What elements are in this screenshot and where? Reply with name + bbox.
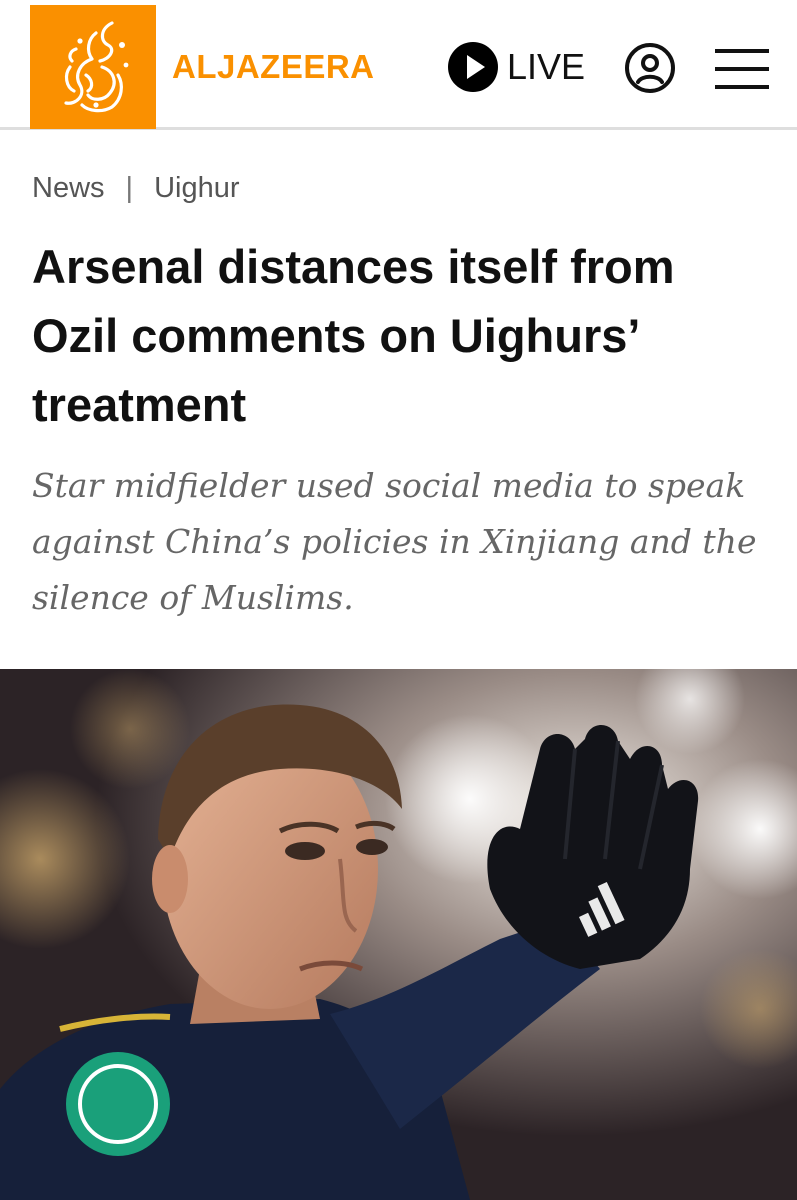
live-button[interactable]: LIVE (448, 42, 585, 92)
article-title: Arsenal distances itself from Ozil comme… (32, 240, 675, 431)
breadcrumb-separator: | (125, 172, 134, 204)
article-hero-image (0, 669, 797, 1200)
site-header: ALJAZEERA LIVE (0, 0, 797, 130)
footballer-photo (0, 669, 797, 1200)
logo-icon[interactable] (30, 5, 156, 129)
breadcrumb: News | Uighur (32, 172, 240, 205)
play-circle-icon (448, 42, 498, 92)
breadcrumb-topic-link[interactable]: Uighur (154, 172, 239, 205)
breadcrumb-news-link[interactable]: News (32, 172, 105, 205)
user-circle-icon[interactable] (624, 42, 676, 94)
brand-name[interactable]: ALJAZEERA (172, 48, 375, 86)
article-page: ALJAZEERA LIVE News | Uighur Arsenal dis… (0, 0, 797, 1200)
live-label: LIVE (507, 46, 586, 87)
aljazeera-calligraphy-icon (64, 21, 129, 113)
article-subtitle: Star midfielder used social media to spe… (32, 466, 757, 617)
hamburger-menu-icon[interactable] (715, 47, 769, 91)
